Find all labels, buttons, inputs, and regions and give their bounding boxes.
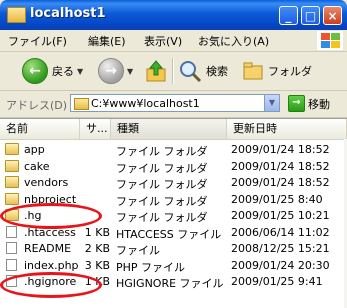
chevron-down-icon[interactable]: ▼ [77,67,83,76]
file-row[interactable]: index.php 3 KB PHP ファイル 2009/01/24 20:30 [0,258,347,274]
menu-bar: ファイル(F) 編集(E) 表示(V) お気に入り(A) [0,30,347,52]
file-type: ファイル フォルダ [116,178,208,191]
chevron-down-icon[interactable]: ▼ [127,67,133,76]
file-modified: 2009/01/24 18:52 [231,176,330,189]
file-icon [6,275,17,287]
menu-file[interactable]: ファイル(F) [8,33,67,49]
file-row[interactable]: app ファイル フォルダ 2009/01/24 18:52 [0,142,347,158]
up-folder-icon [146,60,166,82]
file-type: ファイル [116,244,160,257]
column-type[interactable]: 種類 [111,119,227,139]
address-value: C:¥www¥localhost1 [91,97,200,110]
file-modified: 2009/01/24 18:52 [231,159,330,173]
menu-view[interactable]: 表示(V) [144,33,182,49]
file-type: PHP ファイル [116,260,186,274]
folder-icon [5,159,19,172]
windows-logo-icon [317,31,343,50]
file-row[interactable]: vendors ファイル フォルダ 2009/01/24 18:52 [0,175,347,191]
column-header: 名前 サ... 種類 更新日時 [0,119,347,140]
menu-favorites[interactable]: お気に入り(A) [198,33,269,49]
minimize-button[interactable]: _ [279,6,298,25]
file-icon [6,258,17,271]
file-name: README [24,242,72,255]
file-name: .hg [24,209,42,222]
file-name: vendors [24,176,69,189]
back-button[interactable]: ← 戻る ▼ [22,56,83,86]
folder-icon [5,143,19,155]
file-type: HGIGNORE ファイル [116,277,224,290]
folders-icon [243,62,263,80]
folder-icon [5,176,19,188]
forward-arrow-icon: → [98,58,124,84]
file-type: ファイル フォルダ [116,161,208,175]
column-size[interactable]: サ... [80,119,111,139]
file-name: .hgignore [24,275,77,288]
file-row[interactable]: cake ファイル フォルダ 2009/01/24 18:52 [0,159,347,175]
file-type: ファイル フォルダ [116,194,208,208]
file-modified: 2008/12/25 15:21 [231,242,330,255]
file-type: ファイル フォルダ [116,211,208,224]
file-modified: 2009/01/25 9:41 [231,275,323,288]
search-label: 検索 [206,65,228,78]
file-size: 1 KB [84,275,110,288]
file-row[interactable]: nbproject ファイル フォルダ 2009/01/25 8:40 [0,192,347,208]
toolbar: ← 戻る ▼ → ▼ 検索 フォルダ [0,52,347,91]
folder-icon [5,192,19,205]
folder-icon [74,98,89,110]
file-name: .htaccess [24,225,76,239]
file-size: 1 KB [84,225,110,239]
menu-edit[interactable]: 編集(E) [88,33,126,49]
file-size: 2 KB [84,242,110,255]
toolbar-separator [172,58,174,84]
file-modified: 2006/06/14 11:02 [231,225,330,239]
folder-icon [5,209,19,221]
column-name[interactable]: 名前 [0,119,80,139]
go-arrow-icon: → [288,95,305,112]
file-modified: 2009/01/24 20:30 [231,258,330,272]
file-type: ファイル フォルダ [116,145,208,158]
address-dropdown-button[interactable]: ▼ [264,94,280,112]
address-bar: アドレス(D) C:¥www¥localhost1 ▼ → 移動 [0,91,347,118]
file-row[interactable]: .hg ファイル フォルダ 2009/01/25 10:21 [0,208,347,224]
go-label: 移動 [308,97,330,111]
file-name: cake [24,159,50,173]
address-label: アドレス(D) [6,99,68,112]
close-button[interactable]: × [323,6,342,25]
folders-label: フォルダ [268,65,312,78]
column-modified[interactable]: 更新日時 [227,119,347,139]
search-button[interactable]: 検索 [178,56,228,86]
folders-button[interactable]: フォルダ [242,56,312,86]
maximize-button[interactable]: □ [301,6,320,25]
file-type: HTACCESS ファイル [116,227,222,241]
forward-button[interactable]: → ▼ [98,56,133,86]
back-label: 戻る [52,65,74,78]
folder-icon [7,7,26,23]
search-icon [180,61,202,83]
back-arrow-icon: ← [22,58,48,84]
file-row[interactable]: .htaccess 1 KB HTACCESS ファイル 2006/06/14 11:… [0,225,347,241]
file-name: index.php [24,258,79,272]
up-folder-button[interactable] [145,56,167,86]
file-list[interactable]: 名前 サ... 種類 更新日時 app ファイル フォルダ 2009/01/24 1… [0,118,347,308]
address-input[interactable]: C:¥www¥localhost1 [70,94,280,112]
file-icon [6,225,17,238]
file-name: app [24,143,45,156]
file-name: nbproject [24,192,77,206]
file-row[interactable]: .hgignore 1 KB HGIGNORE ファイル 2009/01/25 9:4… [0,274,347,290]
file-icon [6,242,17,254]
window-title: localhost1 [30,6,106,21]
file-modified: 2009/01/25 8:40 [231,192,323,206]
explorer-window: localhost1 _ □ × ファイル(F) 編集(E) 表示(V) お気に… [0,0,347,308]
file-size: 3 KB [84,258,110,272]
go-button[interactable]: → 移動 [288,95,330,112]
title-bar[interactable]: localhost1 _ □ × [0,0,347,30]
file-modified: 2009/01/25 10:21 [231,209,330,222]
file-row[interactable]: README 2 KB ファイル 2008/12/25 15:21 [0,241,347,257]
file-modified: 2009/01/24 18:52 [231,143,330,156]
